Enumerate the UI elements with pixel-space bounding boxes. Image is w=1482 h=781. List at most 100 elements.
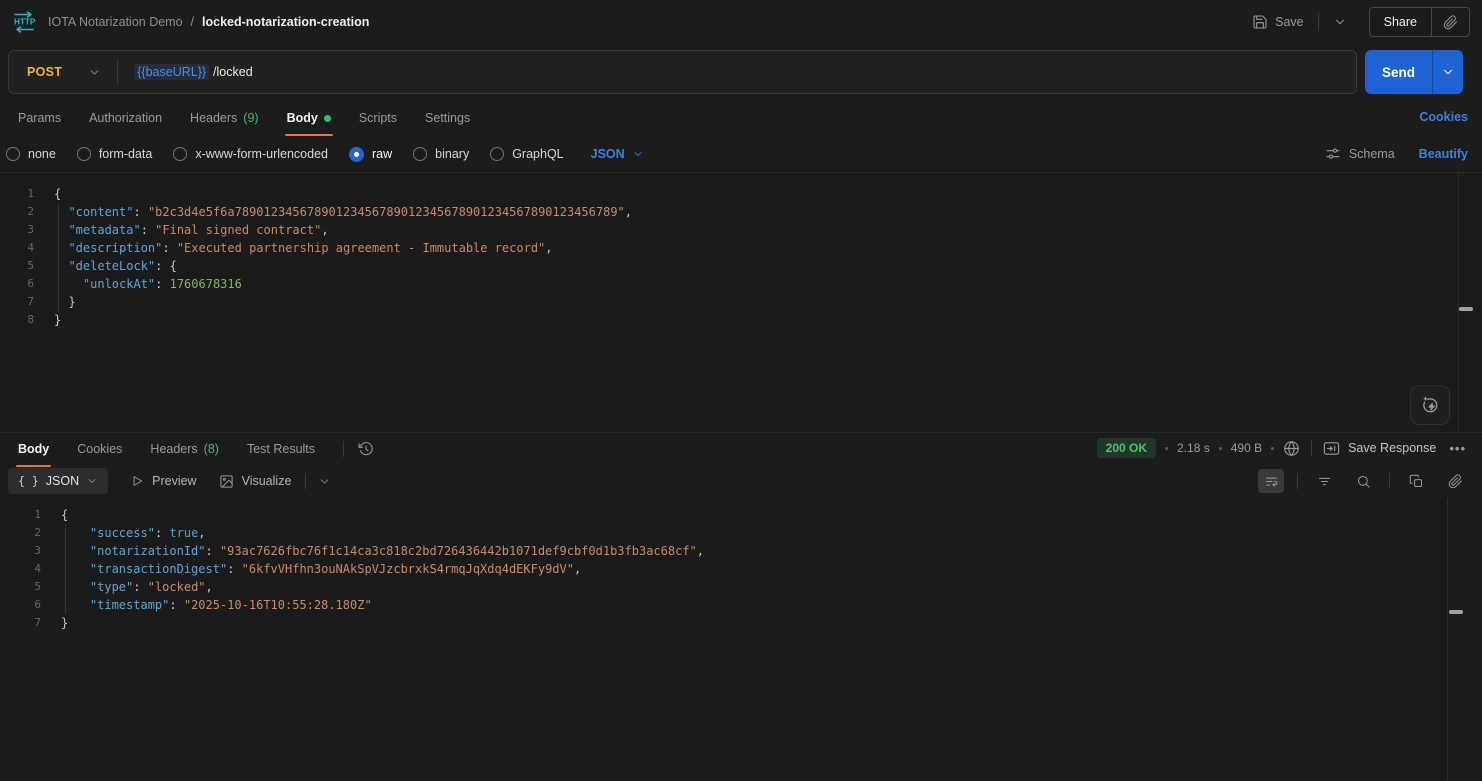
preview-button[interactable]: Preview bbox=[130, 474, 196, 488]
method-selector[interactable]: POST bbox=[9, 65, 117, 79]
mode-urlencoded[interactable]: x-www-form-urlencoded bbox=[173, 147, 328, 161]
share-button-group: Share bbox=[1369, 7, 1470, 37]
copy-link-button[interactable] bbox=[1432, 15, 1469, 30]
save-dropdown-chevron[interactable] bbox=[1327, 11, 1353, 33]
response-tab-test-results[interactable]: Test Results bbox=[237, 433, 325, 465]
response-tab-headers[interactable]: Headers (8) bbox=[140, 433, 229, 465]
send-options-chevron[interactable] bbox=[1433, 65, 1463, 79]
svg-text:HTTP: HTTP bbox=[14, 18, 36, 27]
viewer-scroll-gutter bbox=[1447, 498, 1448, 781]
line-number: 2 bbox=[0, 203, 34, 221]
cookies-link[interactable]: Cookies bbox=[1419, 110, 1468, 124]
tab-settings[interactable]: Settings bbox=[415, 102, 480, 134]
filter-button[interactable] bbox=[1311, 469, 1337, 493]
tab-label: Authorization bbox=[89, 111, 162, 125]
code-line[interactable]: 5 "deleteLock": { bbox=[0, 257, 1482, 275]
response-status-bar: 200 OK 2.18 s 490 B Save Response ••• bbox=[1097, 432, 1470, 464]
sliders-icon bbox=[1325, 146, 1341, 162]
line-number: 7 bbox=[0, 293, 34, 311]
code-line[interactable]: 4 "description": "Executed partnership a… bbox=[0, 239, 1482, 257]
tab-scripts[interactable]: Scripts bbox=[349, 102, 407, 134]
code-line[interactable]: 1{ bbox=[0, 185, 1482, 203]
beautify-button[interactable]: Beautify bbox=[1419, 147, 1468, 161]
mode-none[interactable]: none bbox=[6, 147, 56, 161]
postbot-button[interactable] bbox=[1410, 385, 1450, 425]
response-tab-body[interactable]: Body bbox=[8, 433, 59, 465]
chevron-down-icon bbox=[632, 148, 644, 160]
tab-label: Settings bbox=[425, 111, 470, 125]
request-title[interactable]: locked-notarization-creation bbox=[202, 15, 369, 29]
indent-guide bbox=[58, 203, 59, 311]
body-mode-row: none form-data x-www-form-urlencoded raw… bbox=[0, 138, 1482, 170]
chevron-down-icon bbox=[1441, 65, 1455, 79]
schema-button[interactable]: Schema bbox=[1325, 146, 1395, 162]
viewer-scrollbar-handle[interactable] bbox=[1449, 610, 1463, 614]
breadcrumb-collection[interactable]: IOTA Notarization Demo bbox=[48, 15, 183, 29]
tab-authorization[interactable]: Authorization bbox=[79, 102, 172, 134]
send-button[interactable]: Send bbox=[1365, 65, 1432, 80]
copy-response-button[interactable] bbox=[1403, 469, 1429, 493]
response-history-button[interactable] bbox=[354, 439, 378, 459]
code-line[interactable]: 7} bbox=[0, 614, 1482, 632]
tab-params[interactable]: Params bbox=[8, 102, 71, 134]
code-line[interactable]: 8} bbox=[0, 311, 1482, 329]
tab-label: Cookies bbox=[77, 442, 122, 456]
wrap-lines-button[interactable] bbox=[1258, 469, 1284, 493]
format-label: JSON bbox=[46, 474, 79, 488]
status-badge: 200 OK bbox=[1097, 438, 1156, 458]
radio-icon bbox=[6, 147, 20, 161]
schema-label: Schema bbox=[1349, 147, 1395, 161]
response-time: 2.18 s bbox=[1177, 441, 1210, 455]
line-number: 6 bbox=[0, 596, 41, 614]
image-icon bbox=[219, 474, 234, 489]
tab-headers[interactable]: Headers (9) bbox=[180, 102, 269, 134]
code-line[interactable]: 6 "timestamp": "2025-10-16T10:55:28.180Z… bbox=[0, 596, 1482, 614]
request-body-editor[interactable]: 1{2 "content": "b2c3d4e5f6a7890123456789… bbox=[0, 172, 1482, 432]
raw-language-selector[interactable]: JSON bbox=[591, 147, 644, 161]
code-line[interactable]: 3 "notarizationId": "93ac7626fbc76f1c14c… bbox=[0, 542, 1482, 560]
editor-scroll-gutter bbox=[1458, 173, 1459, 432]
code-line[interactable]: 3 "metadata": "Final signed contract", bbox=[0, 221, 1482, 239]
mode-label: binary bbox=[435, 147, 469, 161]
preview-label: Preview bbox=[152, 474, 196, 488]
editor-scrollbar-handle[interactable] bbox=[1459, 307, 1473, 311]
mode-binary[interactable]: binary bbox=[413, 147, 469, 161]
mode-label: x-www-form-urlencoded bbox=[195, 147, 328, 161]
search-button[interactable] bbox=[1350, 469, 1376, 493]
code-line[interactable]: 2 "content": "b2c3d4e5f6a789012345678901… bbox=[0, 203, 1482, 221]
save-button[interactable]: Save bbox=[1246, 10, 1310, 34]
more-actions-button[interactable]: ••• bbox=[1445, 441, 1470, 456]
link-response-button[interactable] bbox=[1442, 469, 1468, 493]
response-body-viewer[interactable]: 1{2 "success": true,3 "notarizationId": … bbox=[0, 498, 1482, 781]
topbar: HTTP IOTA Notarization Demo / locked-not… bbox=[0, 0, 1482, 44]
response-tab-cookies[interactable]: Cookies bbox=[67, 433, 132, 465]
request-tabs: Params Authorization Headers (9) Body Sc… bbox=[0, 102, 1482, 134]
visualize-button[interactable]: Visualize bbox=[219, 474, 292, 489]
response-format-selector[interactable]: { } JSON bbox=[8, 468, 108, 494]
http-request-icon: HTTP bbox=[12, 11, 36, 33]
response-size: 490 B bbox=[1231, 441, 1262, 455]
divider bbox=[305, 473, 306, 489]
more-views-chevron[interactable] bbox=[318, 475, 331, 488]
radio-icon bbox=[413, 147, 427, 161]
mode-raw[interactable]: raw bbox=[349, 147, 392, 162]
chevron-down-icon bbox=[318, 475, 331, 488]
tab-label: Headers bbox=[190, 111, 237, 125]
mode-form-data[interactable]: form-data bbox=[77, 147, 153, 161]
code-line[interactable]: 2 "success": true, bbox=[0, 524, 1482, 542]
network-info-button[interactable] bbox=[1283, 440, 1300, 457]
tab-body[interactable]: Body bbox=[277, 102, 341, 134]
code-line[interactable]: 7 } bbox=[0, 293, 1482, 311]
share-button[interactable]: Share bbox=[1370, 15, 1431, 29]
code-line[interactable]: 4 "transactionDigest": "6kfvVHfhn3ouNAkS… bbox=[0, 560, 1482, 578]
code-line[interactable]: 1{ bbox=[0, 506, 1482, 524]
url-input[interactable]: {{baseURL}} /locked bbox=[118, 64, 1356, 80]
mode-graphql[interactable]: GraphQL bbox=[490, 147, 563, 161]
line-number: 6 bbox=[0, 275, 34, 293]
dot-separator bbox=[1271, 447, 1274, 450]
code-line[interactable]: 5 "type": "locked", bbox=[0, 578, 1482, 596]
code-line[interactable]: 6 "unlockAt": 1760678316 bbox=[0, 275, 1482, 293]
save-response-button[interactable]: Save Response bbox=[1323, 441, 1436, 456]
url-variable-chip[interactable]: {{baseURL}} bbox=[134, 64, 209, 80]
request-body-code: 1{2 "content": "b2c3d4e5f6a7890123456789… bbox=[0, 173, 1482, 329]
